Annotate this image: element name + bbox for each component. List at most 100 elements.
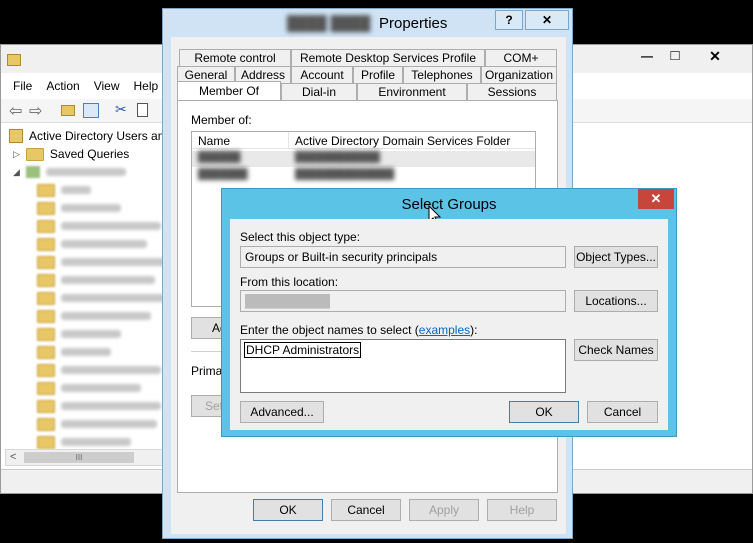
- mmc-horizontal-scrollbar[interactable]: < III: [5, 449, 163, 466]
- folder-icon: [37, 435, 55, 449]
- object-type-label: Select this object type:: [240, 230, 361, 244]
- folder-icon: [37, 183, 55, 197]
- tab-profile[interactable]: Profile: [353, 66, 403, 83]
- scroll-left-arrow[interactable]: <: [10, 451, 16, 463]
- row-name-blurred: ███████: [198, 169, 248, 180]
- tab-sessions[interactable]: Sessions: [467, 83, 557, 100]
- blurred-label: [61, 438, 131, 446]
- back-arrow-icon[interactable]: ⇦: [9, 101, 22, 121]
- collapse-arrow-icon[interactable]: ◢: [13, 167, 20, 178]
- tree-root[interactable]: Active Directory Users and: [9, 127, 163, 145]
- ok-button[interactable]: OK: [253, 499, 323, 521]
- mmc-app-icon: [7, 54, 21, 66]
- tree-ou-item[interactable]: [37, 307, 151, 325]
- tab-com-plus[interactable]: COM+: [485, 49, 557, 66]
- blurred-label: [61, 330, 121, 338]
- blurred-label: [61, 420, 157, 428]
- menu-action[interactable]: Action: [46, 79, 79, 93]
- tree-root-label: Active Directory Users and: [29, 129, 163, 143]
- blurred-label: [61, 204, 121, 212]
- tree-ou-item[interactable]: [37, 199, 121, 217]
- menu-file[interactable]: File: [13, 79, 32, 93]
- folder-icon: [37, 255, 55, 269]
- blurred-label: [61, 294, 163, 302]
- tab-dial-in[interactable]: Dial-in: [281, 83, 357, 100]
- check-names-button[interactable]: Check Names: [574, 339, 658, 361]
- column-name-header[interactable]: Name: [198, 134, 230, 148]
- tab-account[interactable]: Account: [291, 66, 353, 83]
- tree-ou-item[interactable]: [37, 271, 155, 289]
- column-folder-header[interactable]: Active Directory Domain Services Folder: [295, 134, 510, 148]
- tree-ou-item[interactable]: [37, 415, 157, 433]
- tree-ou-item[interactable]: [37, 181, 91, 199]
- tab-telephones[interactable]: Telephones: [403, 66, 481, 83]
- folder-icon: [37, 273, 55, 287]
- scroll-thumb[interactable]: III: [24, 452, 134, 463]
- blurred-label: [61, 240, 147, 248]
- tree-saved-queries[interactable]: ▷ Saved Queries: [13, 145, 129, 163]
- cancel-button[interactable]: Cancel: [331, 499, 401, 521]
- object-type-field: Groups or Built-in security principals: [240, 246, 566, 268]
- expand-arrow-icon[interactable]: ▷: [13, 149, 20, 160]
- mmc-minimize-button[interactable]: —: [633, 49, 661, 67]
- properties-close-button[interactable]: ✕: [525, 10, 569, 30]
- properties-title-bar: ████ ████ Properties ? ✕: [163, 9, 572, 37]
- help-button[interactable]: ?: [495, 10, 523, 30]
- menu-help[interactable]: Help: [134, 79, 159, 93]
- member-of-label: Member of:: [191, 113, 252, 127]
- blurred-label: [61, 312, 151, 320]
- folder-icon: [37, 309, 55, 323]
- up-folder-icon[interactable]: [61, 105, 75, 116]
- cut-icon[interactable]: ✂: [115, 101, 127, 118]
- folder-icon: [25, 147, 44, 161]
- tree-ou-item[interactable]: [37, 235, 147, 253]
- tree-ou-item[interactable]: [37, 379, 141, 397]
- folder-icon: [37, 399, 55, 413]
- tree-ou-item[interactable]: [37, 253, 163, 271]
- help-dialog-button[interactable]: Help: [487, 499, 557, 521]
- tab-remote-control[interactable]: Remote control: [179, 49, 291, 66]
- select-groups-cancel-button[interactable]: Cancel: [587, 401, 658, 423]
- select-groups-ok-button[interactable]: OK: [509, 401, 579, 423]
- tab-environment[interactable]: Environment: [357, 83, 467, 100]
- examples-link[interactable]: examples: [419, 323, 470, 337]
- tab-organization[interactable]: Organization: [481, 66, 557, 83]
- tree-ou-item[interactable]: [37, 217, 161, 235]
- object-types-button[interactable]: Object Types...: [574, 246, 658, 268]
- copy-icon[interactable]: [137, 103, 148, 117]
- tree-domain[interactable]: ◢: [13, 163, 126, 181]
- tree-ou-item[interactable]: [37, 343, 111, 361]
- advanced-button[interactable]: Advanced...: [240, 401, 324, 423]
- table-row[interactable]: ██████ ████████████: [192, 151, 535, 167]
- menu-view[interactable]: View: [94, 79, 120, 93]
- folder-icon: [37, 291, 55, 305]
- blurred-label: [61, 348, 111, 356]
- folder-icon: [37, 219, 55, 233]
- blurred-label: [61, 222, 161, 230]
- select-groups-dialog: Select Groups ✕ Select this object type:…: [221, 188, 677, 437]
- tree-ou-item[interactable]: [37, 361, 161, 379]
- folder-icon: [37, 327, 55, 341]
- object-names-value: DHCP Administrators: [244, 342, 362, 358]
- locations-button[interactable]: Locations...: [574, 290, 658, 312]
- location-field: ██████████: [240, 290, 566, 312]
- mmc-close-button[interactable]: ✕: [695, 48, 735, 66]
- select-groups-close-button[interactable]: ✕: [638, 189, 674, 209]
- object-names-input[interactable]: DHCP Administrators: [240, 339, 566, 393]
- show-tree-icon[interactable]: [83, 103, 99, 118]
- folder-icon: [37, 237, 55, 251]
- apply-button[interactable]: Apply: [409, 499, 479, 521]
- table-row[interactable]: ███████ ██████████████: [192, 168, 535, 184]
- tab-remote-desktop-services-profile[interactable]: Remote Desktop Services Profile: [291, 49, 485, 66]
- tab-member-of[interactable]: Member Of: [177, 81, 281, 100]
- tree-ou-item[interactable]: [37, 289, 163, 307]
- tree-ou-item[interactable]: [37, 397, 161, 415]
- folder-icon: [37, 201, 55, 215]
- mmc-maximize-button[interactable]: □: [661, 47, 689, 65]
- object-names-label-text: Enter the object names to select (: [240, 323, 419, 337]
- row-folder-blurred: ██████████████: [295, 169, 395, 180]
- forward-arrow-icon[interactable]: ⇨: [29, 101, 42, 121]
- tree-ou-item[interactable]: [37, 325, 121, 343]
- row-folder-blurred: ████████████: [295, 152, 381, 163]
- list-header: Name Active Directory Domain Services Fo…: [192, 132, 535, 149]
